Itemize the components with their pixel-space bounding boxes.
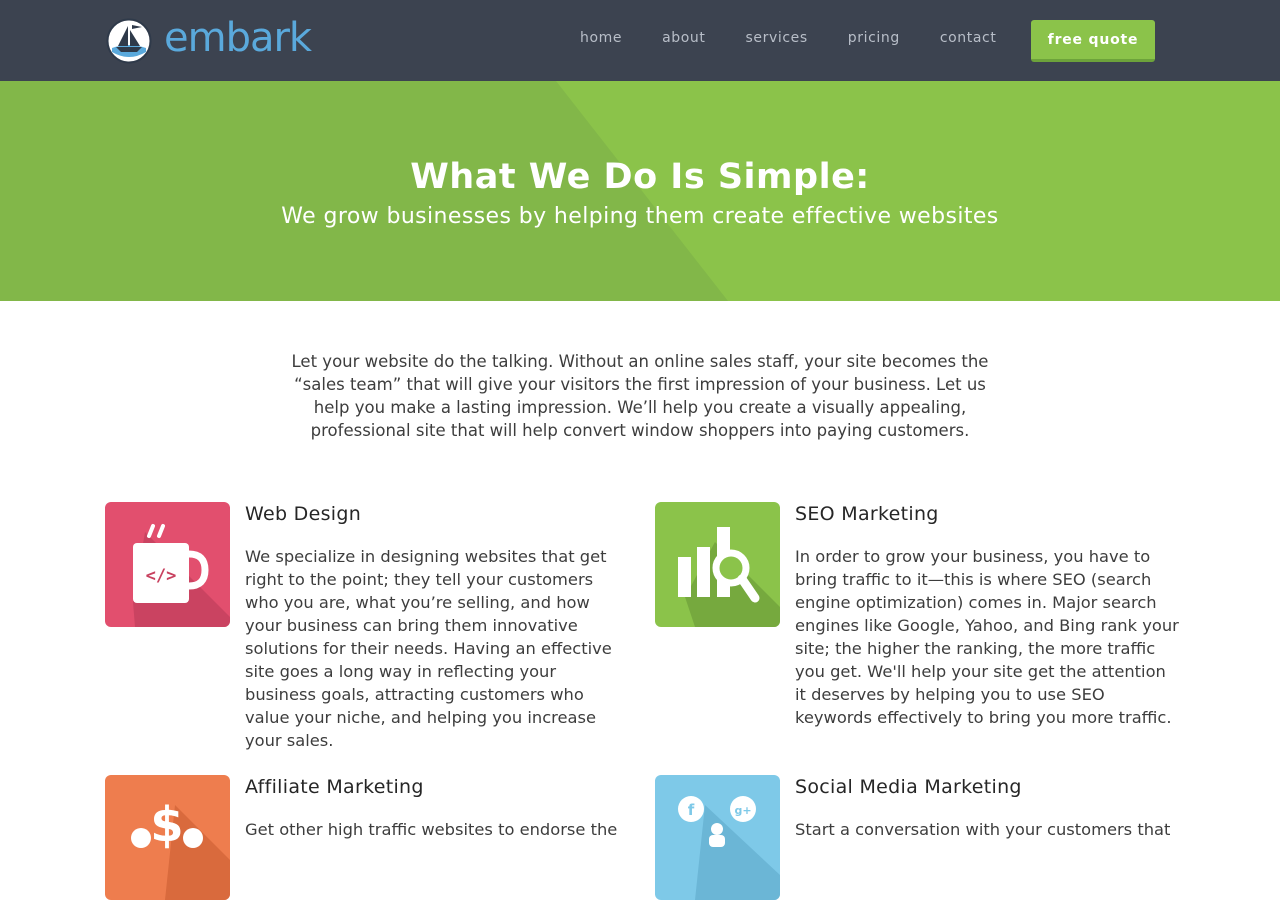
service-title: SEO Marketing	[795, 503, 939, 525]
service-social-media-marketing: f g+ Social Media Marketing Start a conv…	[655, 775, 1195, 900]
social-chat-icon: f g+	[655, 775, 780, 900]
service-web-design: </> Web Design We specialize in designin…	[105, 502, 635, 750]
svg-text:f: f	[688, 801, 695, 819]
svg-text:</>: </>	[146, 566, 177, 586]
coffee-code-icon: </>	[105, 502, 230, 627]
hero-subtitle: We grow businesses by helping them creat…	[281, 204, 999, 229]
brand-name: embark	[164, 15, 312, 61]
ship-icon	[106, 18, 152, 64]
service-description: In order to grow your business, you have…	[795, 547, 1179, 727]
nav-link-about[interactable]: about	[662, 30, 705, 46]
svg-text:$: $	[150, 797, 183, 853]
service-affiliate-marketing: $ Affiliate Marketing Get other high tra…	[105, 775, 635, 900]
service-description: Start a conversation with your customers…	[795, 820, 1171, 839]
chart-magnifier-icon	[655, 502, 780, 627]
service-seo-marketing: SEO Marketing In order to grow your busi…	[655, 502, 1195, 742]
service-description: Get other high traffic websites to endor…	[245, 820, 618, 839]
service-title: Social Media Marketing	[795, 776, 1022, 798]
service-description: We specialize in designing websites that…	[245, 547, 612, 750]
brand-logo[interactable]: embark	[106, 15, 312, 65]
nav-link-home[interactable]: home	[580, 30, 622, 46]
nav-link-services[interactable]: services	[746, 30, 808, 46]
service-title: Affiliate Marketing	[245, 776, 424, 798]
intro-paragraph: Let your website do the talking. Without…	[291, 352, 989, 440]
main-nav: home about services pricing contact	[580, 30, 1036, 46]
svg-text:g+: g+	[734, 804, 751, 817]
nav-link-contact[interactable]: contact	[940, 30, 997, 46]
service-title: Web Design	[245, 503, 362, 525]
hero-banner: What We Do Is Simple: We grow businesses…	[0, 81, 1280, 301]
free-quote-button[interactable]: free quote	[1031, 20, 1155, 62]
nav-link-pricing[interactable]: pricing	[848, 30, 900, 46]
dollar-network-icon: $	[105, 775, 230, 900]
hero-title: What We Do Is Simple:	[410, 157, 870, 197]
top-navbar: embark home about services pricing conta…	[0, 0, 1280, 81]
